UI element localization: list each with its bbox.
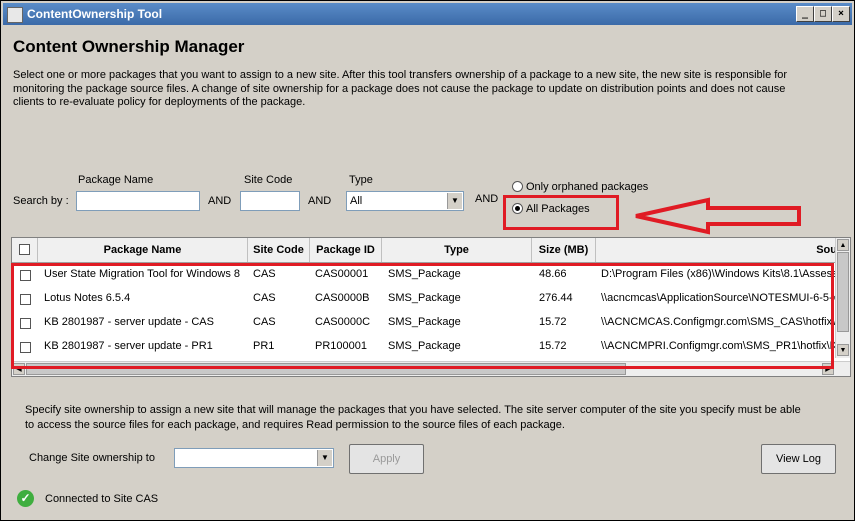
scroll-up-icon[interactable]: ▲ [837, 239, 849, 251]
grid-header: Package Name Site Code Package ID Type S… [12, 238, 842, 263]
app-window: ContentOwnership Tool _ □ × Content Owne… [0, 0, 855, 521]
window-title: ContentOwnership Tool [27, 7, 163, 21]
chevron-down-icon: ▼ [447, 193, 462, 209]
maximize-button[interactable]: □ [814, 6, 832, 22]
col-header-size[interactable]: Size (MB) [532, 238, 596, 262]
view-log-button[interactable]: View Log [761, 444, 836, 474]
app-icon [7, 7, 23, 23]
scroll-down-icon[interactable]: ▼ [837, 344, 849, 356]
select-all-cell [12, 238, 38, 262]
all-packages-highlight [503, 195, 619, 230]
type-label: Type [349, 174, 373, 186]
page-description: Select one or more packages that you wan… [13, 69, 788, 108]
col-header-package-id[interactable]: Package ID [310, 238, 382, 262]
package-name-input[interactable] [76, 191, 200, 211]
status-text: Connected to Site CAS [45, 493, 159, 505]
title-bar[interactable]: ContentOwnership Tool _ □ × [3, 3, 852, 25]
only-orphaned-radio[interactable] [512, 181, 523, 192]
and-label-3: AND [475, 193, 499, 205]
type-select-value: All [350, 195, 363, 207]
col-header-site-code[interactable]: Site Code [248, 238, 310, 262]
only-orphaned-label: Only orphaned packages [526, 181, 649, 193]
rows-highlight [11, 263, 834, 369]
and-label-1: AND [208, 195, 232, 207]
minimize-button[interactable]: _ [796, 6, 814, 22]
search-by-label: Search by : [13, 195, 69, 207]
page-title: Content Ownership Manager [13, 37, 245, 56]
close-button[interactable]: × [832, 6, 850, 22]
package-name-label: Package Name [78, 174, 154, 186]
vertical-scrollbar[interactable]: ▲ ▼ [835, 238, 850, 358]
apply-button[interactable]: Apply [349, 444, 424, 474]
site-code-label: Site Code [244, 174, 293, 186]
change-ownership-label: Change Site ownership to [29, 452, 155, 464]
checkmark-icon: ✓ [17, 490, 34, 507]
select-all-checkbox[interactable] [19, 244, 30, 255]
col-header-package-name[interactable]: Package Name [38, 238, 248, 262]
site-code-input[interactable] [240, 191, 300, 211]
and-label-2: AND [308, 195, 332, 207]
col-header-type[interactable]: Type [382, 238, 532, 262]
chevron-down-icon: ▼ [317, 450, 332, 466]
site-ownership-select[interactable]: ▼ [174, 448, 334, 468]
type-select[interactable]: All ▼ [346, 191, 464, 211]
col-header-source[interactable]: Sou [596, 238, 842, 262]
main-panel: Content Ownership Manager Select one or … [3, 25, 852, 518]
pointer-arrow-icon [635, 197, 801, 235]
ownership-description: Specify site ownership to assign a new s… [25, 404, 801, 431]
vertical-scroll-thumb[interactable] [837, 252, 849, 332]
